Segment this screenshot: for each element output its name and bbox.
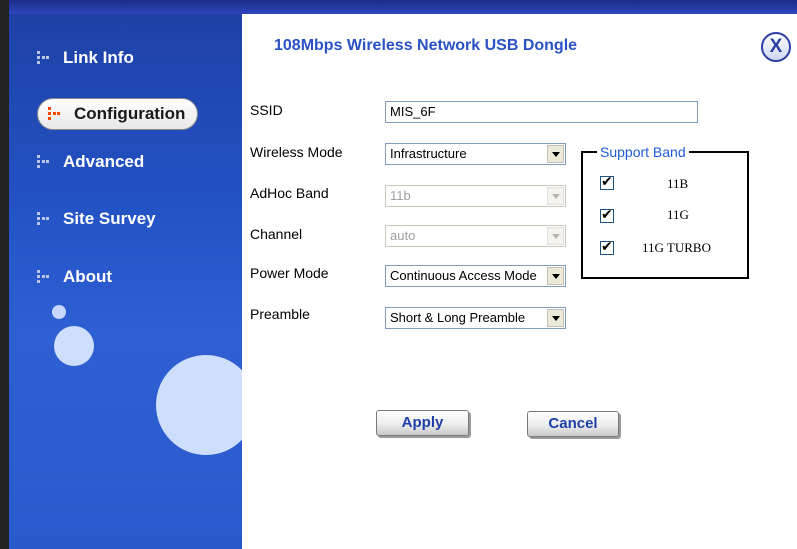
sidebar-item-about[interactable]: About <box>35 260 112 294</box>
dots-icon <box>35 153 53 171</box>
band-11g-checkbox[interactable] <box>600 207 614 223</box>
sidebar-item-site-survey[interactable]: Site Survey <box>35 202 156 236</box>
decor-bubble-medium <box>54 326 94 366</box>
sidebar: Link Info Configuration Advanced Site Su… <box>9 14 242 549</box>
chevron-down-icon <box>547 227 564 245</box>
chevron-down-icon[interactable] <box>547 267 564 285</box>
channel-select: auto <box>385 225 566 247</box>
wireless-mode-value: Infrastructure <box>390 146 467 161</box>
close-button[interactable]: X <box>761 32 791 62</box>
chevron-down-icon[interactable] <box>547 145 564 163</box>
adhoc-band-select: 11b <box>385 185 566 207</box>
sidebar-item-advanced[interactable]: Advanced <box>35 145 144 179</box>
dots-icon <box>46 105 64 123</box>
power-mode-select[interactable]: Continuous Access Mode <box>385 265 566 287</box>
apply-button[interactable]: Apply <box>376 410 469 436</box>
sidebar-item-label: Advanced <box>63 152 145 171</box>
decor-bubble-small <box>52 305 66 319</box>
window-frame-left <box>0 0 9 549</box>
chevron-down-icon[interactable] <box>547 309 564 327</box>
band-11b-checkbox[interactable] <box>600 174 614 190</box>
sidebar-item-link-info[interactable]: Link Info <box>35 41 134 75</box>
preamble-label: Preamble <box>250 306 310 322</box>
preamble-value: Short & Long Preamble <box>390 310 526 325</box>
configuration-panel: 108Mbps Wireless Network USB Dongle X SS… <box>242 14 797 549</box>
band-11g-turbo-label: 11G TURBO <box>642 240 711 255</box>
sidebar-item-label: Configuration <box>74 104 186 123</box>
wireless-mode-select[interactable]: Infrastructure <box>385 143 566 165</box>
band-11g-label: 11G <box>667 207 689 222</box>
sidebar-item-configuration[interactable]: Configuration <box>37 98 199 130</box>
decor-bubble-large <box>156 355 242 455</box>
sidebar-item-label: About <box>63 267 113 286</box>
dots-icon <box>35 210 53 228</box>
power-mode-value: Continuous Access Mode <box>390 268 537 283</box>
wireless-mode-label: Wireless Mode <box>250 144 343 160</box>
band-11g-turbo-checkbox[interactable] <box>600 239 614 255</box>
support-band-legend: Support Band <box>597 144 689 160</box>
sidebar-item-label: Link Info <box>63 48 134 67</box>
ssid-label: SSID <box>250 102 283 118</box>
preamble-select[interactable]: Short & Long Preamble <box>385 307 566 329</box>
window-title: 108Mbps Wireless Network USB Dongle <box>274 37 578 54</box>
channel-label: Channel <box>250 226 303 242</box>
adhoc-band-label: AdHoc Band <box>250 185 329 201</box>
chevron-down-icon <box>547 187 564 205</box>
channel-value: auto <box>390 228 416 243</box>
dots-icon <box>35 268 53 286</box>
band-11b-label: 11B <box>667 176 689 191</box>
adhoc-band-value: 11b <box>390 188 411 203</box>
window-frame-top <box>9 0 797 14</box>
cancel-button[interactable]: Cancel <box>527 411 619 437</box>
sidebar-item-label: Site Survey <box>63 209 156 228</box>
power-mode-label: Power Mode <box>250 265 329 281</box>
dots-icon <box>35 49 53 67</box>
ssid-input[interactable]: MIS_6F <box>385 101 698 123</box>
